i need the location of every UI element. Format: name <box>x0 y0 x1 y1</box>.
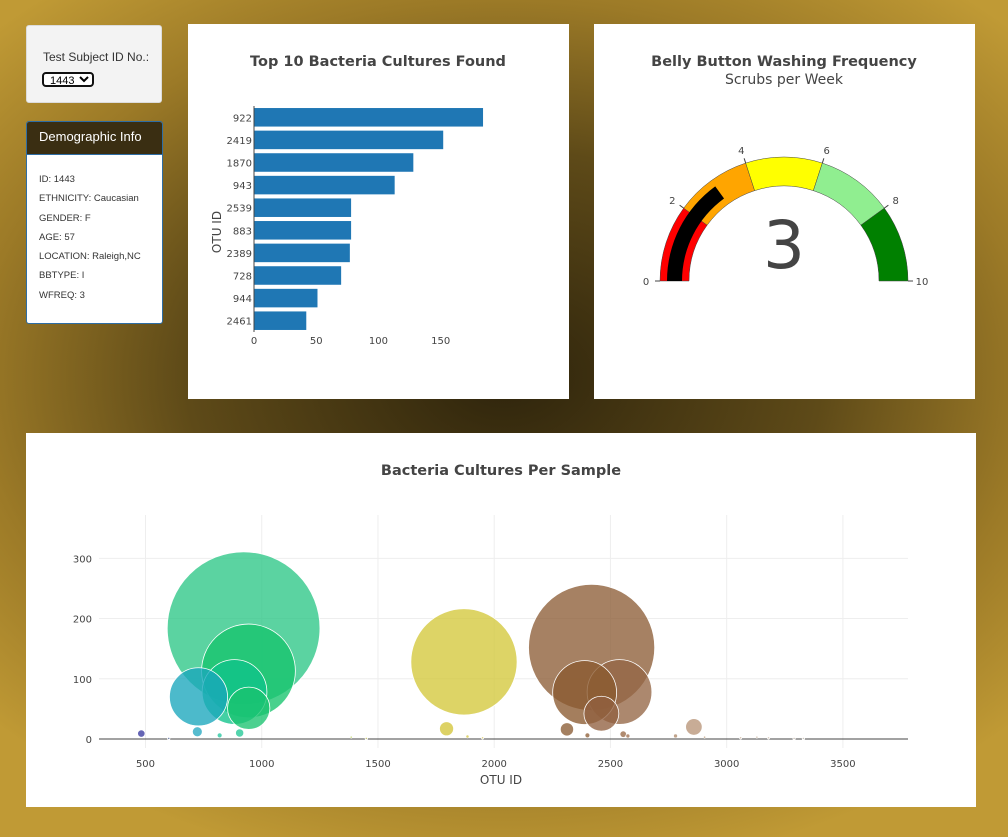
bubble-chart-title: Bacteria Cultures Per Sample <box>381 463 621 479</box>
bar-883 <box>254 221 352 240</box>
bubble-point <box>439 721 454 737</box>
bubble-chart: Bacteria Cultures Per Sample OTU ID 500 1… <box>73 463 908 787</box>
gauge-tick-label: 2 <box>669 196 675 207</box>
bar-944 <box>254 288 318 308</box>
bubble-chart-panel: Bacteria Cultures Per Sample OTU ID 500 1… <box>26 433 976 807</box>
bubble-point <box>235 728 245 738</box>
demographic-wfreq: WFREQ: 3 <box>39 289 85 301</box>
bubble-point <box>739 736 743 740</box>
bar-x-tick-label: 50 <box>310 336 323 347</box>
gauge-tick-label: 4 <box>738 146 744 157</box>
bubble-point <box>216 732 223 739</box>
bubble-point <box>465 734 470 739</box>
bubble-point <box>801 736 805 740</box>
bubble-point <box>792 736 796 740</box>
demographic-ethnicity: ETHNICITY: Caucasian <box>39 193 139 205</box>
bubble-y-tick-label: 100 <box>73 675 92 686</box>
bubble-point <box>584 732 591 739</box>
bubble-point <box>625 733 631 739</box>
bar-x-tick-label: 150 <box>431 336 450 347</box>
subject-id-select[interactable]: 1443 <box>42 72 94 87</box>
bar-chart-panel: Top 10 Bacteria Cultures Found OTU ID 92… <box>188 24 569 399</box>
bubble-point <box>702 735 707 739</box>
bar-category-label: 2389 <box>227 249 252 260</box>
bubble-x-tick-label: 500 <box>136 759 155 770</box>
bubble-x-tick-label: 1500 <box>365 759 390 770</box>
gauge-subtitle: Scrubs per Week <box>725 72 844 88</box>
demographic-gender: GENDER: F <box>39 212 91 224</box>
demographic-info-panel: Demographic Info ID: 1443 ETHNICITY: Cau… <box>26 121 163 324</box>
gauge-chart: Belly Button Washing Frequency Scrubs pe… <box>643 54 929 288</box>
gauge-tick-label: 10 <box>916 277 929 288</box>
bubble-point <box>137 729 146 738</box>
bar-category-label: 883 <box>233 226 252 237</box>
demographic-age: AGE: 57 <box>39 231 75 243</box>
bar-x-tick-label: 100 <box>369 336 388 347</box>
bubble-point <box>755 735 759 739</box>
bubble-point <box>766 736 771 740</box>
subject-selector-label: Test Subject ID No.: <box>43 50 150 64</box>
bar-728 <box>254 266 342 285</box>
bar-category-label: 944 <box>233 294 252 305</box>
bubble-x-tick-label: 2000 <box>481 759 506 770</box>
gauge-tick-mark <box>821 158 825 164</box>
demographic-bbtype: BBTYPE: I <box>39 270 85 282</box>
bar-category-label: 1870 <box>227 159 252 170</box>
bar-category-label: 922 <box>233 113 252 124</box>
bubble-point <box>583 695 620 732</box>
gauge-step-2 <box>745 156 823 191</box>
bubble-point <box>673 733 679 739</box>
bar-category-label: 943 <box>233 181 252 192</box>
bubble-point <box>169 667 228 727</box>
gauge-chart-panel: Belly Button Washing Frequency Scrubs pe… <box>594 24 975 399</box>
demographic-location: LOCATION: Raleigh,NC <box>39 251 141 263</box>
gauge-value: 3 <box>763 207 805 284</box>
demographic-id: ID: 1443 <box>39 174 75 185</box>
bar-category-label: 2419 <box>227 136 252 147</box>
bar-943 <box>254 175 395 195</box>
gauge-title: Belly Button Washing Frequency <box>651 54 917 70</box>
gauge-tick-label: 0 <box>643 277 649 288</box>
bubble-chart-x-axis-label: OTU ID <box>480 773 522 787</box>
bar-chart-title: Top 10 Bacteria Cultures Found <box>250 54 506 70</box>
bubble-point <box>191 726 203 738</box>
bar-chart: Top 10 Bacteria Cultures Found OTU ID 92… <box>210 54 506 347</box>
bar-category-label: 2461 <box>227 317 252 328</box>
gauge-tick-label: 8 <box>892 196 898 207</box>
bubble-y-tick-label: 300 <box>73 554 92 565</box>
bubble-y-tick-label: 0 <box>86 735 92 746</box>
bar-category-label: 2539 <box>227 204 252 215</box>
bubble-point <box>480 736 485 740</box>
gauge-tick-label: 6 <box>823 146 829 157</box>
demographic-info-title: Demographic Info <box>27 122 162 155</box>
bubble-point <box>410 608 518 716</box>
bubble-point <box>685 718 703 736</box>
bubble-y-tick-label: 200 <box>73 615 92 626</box>
gauge-tick-mark <box>884 204 889 209</box>
gauge-tick-mark <box>743 158 747 164</box>
bubble-point <box>559 722 575 737</box>
bar-chart-y-axis-label: OTU ID <box>210 211 224 253</box>
bubble-point <box>349 735 353 739</box>
bubble-point <box>364 736 368 740</box>
bar-922 <box>254 108 484 127</box>
gauge-tick-mark <box>679 204 684 209</box>
bubble-point <box>167 736 171 740</box>
bubble-x-tick-label: 2500 <box>598 759 623 770</box>
bar-1870 <box>254 153 414 172</box>
bubble-x-tick-label: 3500 <box>830 759 855 770</box>
bubble-point <box>227 686 271 730</box>
bar-2461 <box>254 311 307 330</box>
bar-2389 <box>254 243 350 263</box>
bar-x-tick-label: 0 <box>251 336 257 347</box>
bubble-x-tick-label: 3000 <box>714 759 739 770</box>
bar-2419 <box>254 130 444 150</box>
bar-2539 <box>254 198 352 217</box>
demographic-info-body: ID: 1443 ETHNICITY: Caucasian GENDER: F … <box>27 155 162 309</box>
bar-category-label: 728 <box>233 272 252 283</box>
bubble-x-tick-label: 1000 <box>249 759 274 770</box>
subject-selector-card: Test Subject ID No.: 1443 <box>26 25 162 103</box>
